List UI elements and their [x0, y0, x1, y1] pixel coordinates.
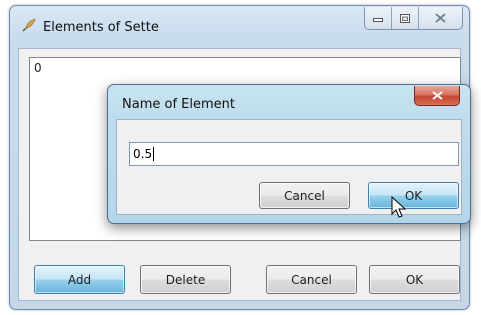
minimize-button[interactable] [365, 7, 391, 29]
close-icon [431, 91, 443, 100]
delete-button[interactable]: Delete [140, 265, 231, 294]
element-name-input[interactable]: 0.5 [129, 142, 459, 166]
element-name-value: 0.5 [133, 147, 153, 161]
add-button-label: Add [67, 272, 92, 287]
main-titlebar[interactable]: Elements of Sette [10, 6, 469, 38]
text-caret [153, 147, 155, 161]
ok-button-label: OK [405, 272, 424, 287]
dialog-ok-button[interactable]: OK [368, 182, 459, 209]
dialog-cancel-button[interactable]: Cancel [259, 182, 350, 209]
delete-button-label: Delete [165, 272, 206, 287]
ok-button[interactable]: OK [369, 265, 460, 294]
minimize-icon [373, 18, 383, 22]
dialog-cancel-label: Cancel [284, 188, 325, 203]
name-of-element-dialog: Name of Element 0.5 Cancel OK [107, 84, 471, 224]
window-title: Elements of Sette [43, 20, 159, 35]
mouse-pointer-icon [391, 196, 406, 218]
dialog-title: Name of Element [122, 97, 235, 112]
add-button[interactable]: Add [34, 265, 125, 294]
feather-pen-icon [22, 18, 36, 32]
window-controls [364, 7, 463, 30]
close-button[interactable] [418, 7, 462, 29]
close-icon [435, 13, 446, 23]
dialog-close-button[interactable] [414, 86, 460, 106]
cancel-button-label: Cancel [291, 272, 332, 287]
dialog-ok-label: OK [404, 188, 423, 203]
list-item[interactable]: 0 [34, 61, 42, 75]
cancel-button[interactable]: Cancel [266, 265, 357, 294]
maximize-button[interactable] [391, 7, 418, 29]
dialog-client-area: 0.5 Cancel OK [116, 119, 462, 215]
maximize-icon [400, 13, 410, 23]
